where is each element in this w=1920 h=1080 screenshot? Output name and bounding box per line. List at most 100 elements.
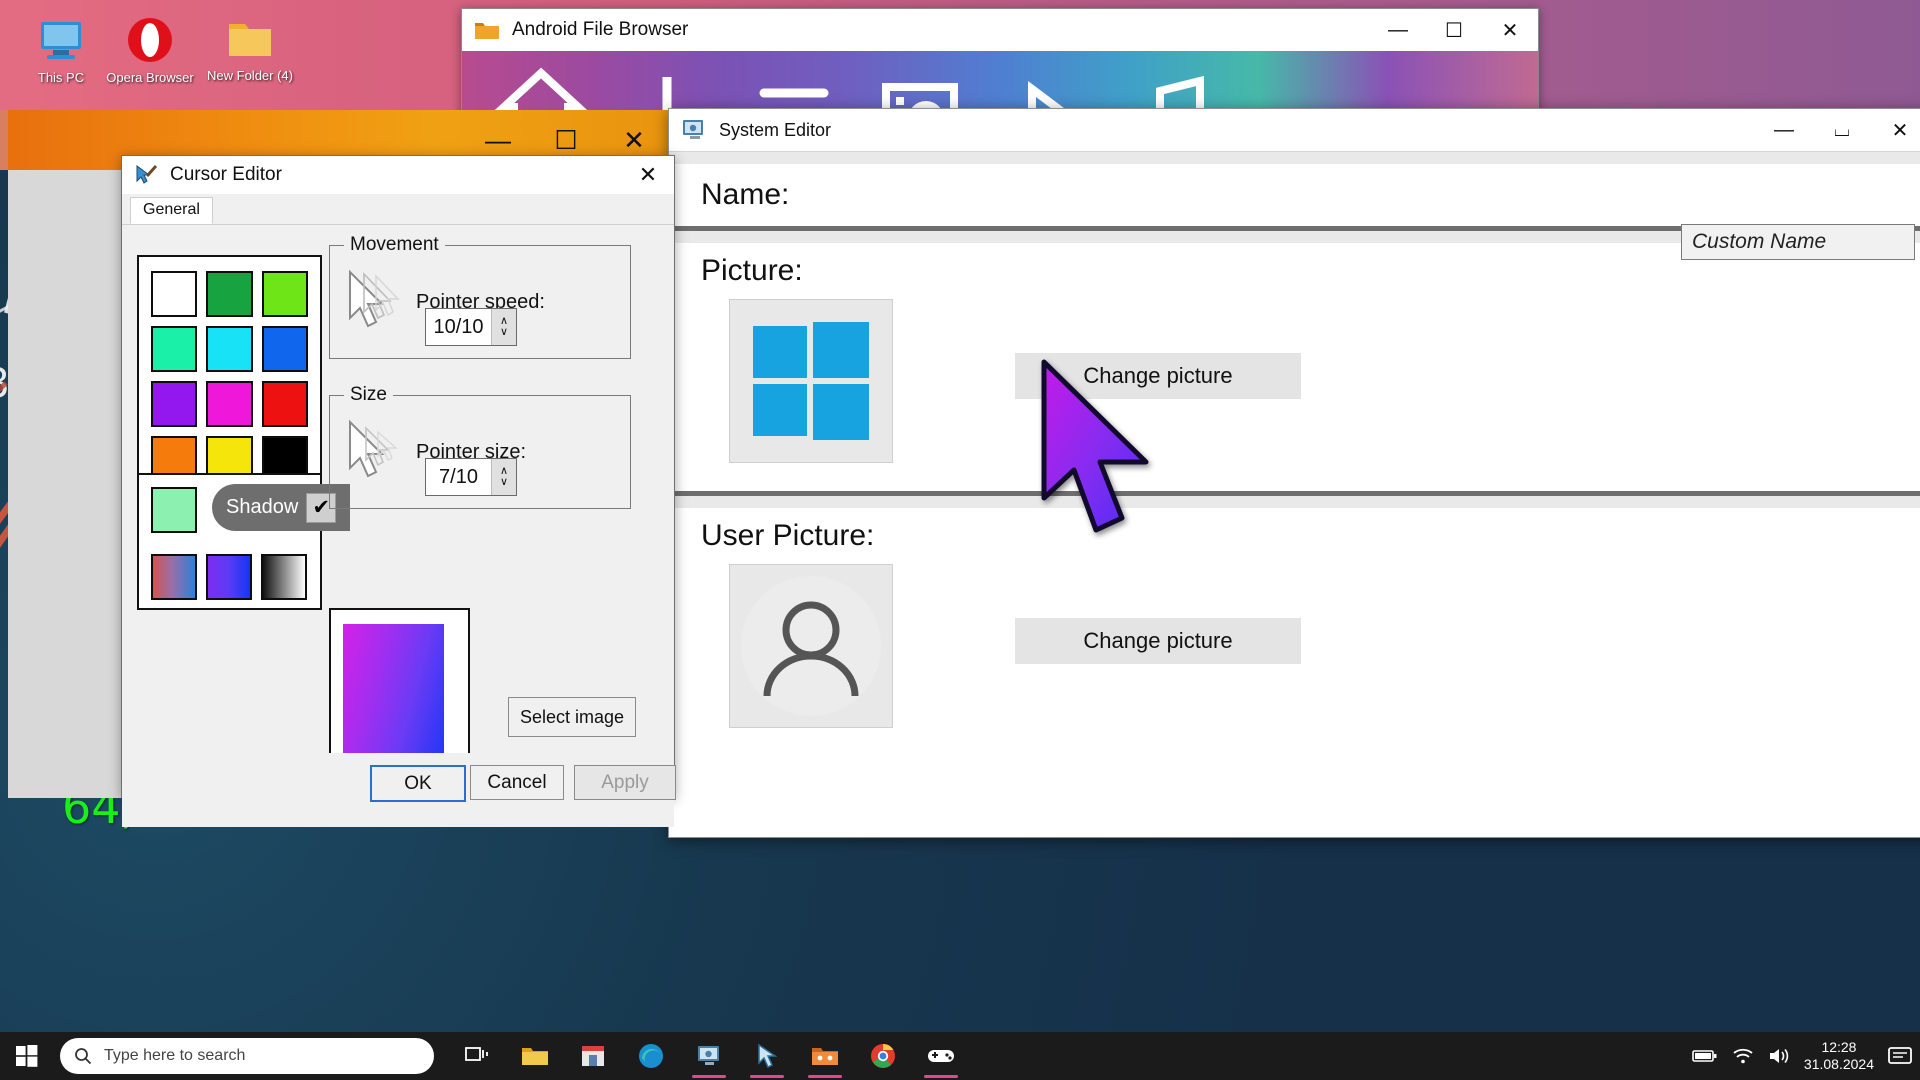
- taskbar-android-file-browser[interactable]: [796, 1032, 854, 1080]
- restore-button[interactable]: ⌴: [1813, 109, 1871, 151]
- folder-icon: [229, 24, 271, 56]
- system-editor-window[interactable]: System Editor — ⌴ ✕ Name: Custom Name Pi…: [668, 108, 1920, 838]
- close-button[interactable]: ✕: [622, 156, 674, 194]
- folder-app-icon: [812, 1048, 838, 1065]
- battery-icon[interactable]: [1692, 1048, 1718, 1064]
- solid-swatch[interactable]: [151, 487, 197, 533]
- computer-icon: [41, 22, 81, 59]
- style-row-top: Shadow ✔: [139, 475, 350, 533]
- size-group-title: Size: [344, 384, 393, 406]
- taskbar-file-explorer[interactable]: [506, 1032, 564, 1080]
- color-swatch[interactable]: [261, 271, 308, 317]
- pointer-speed-stepper[interactable]: 10/10 ∧ ∨: [425, 308, 517, 346]
- taskbar-microsoft-store[interactable]: [564, 1032, 622, 1080]
- gradient-swatch[interactable]: [206, 554, 252, 600]
- minimize-button[interactable]: —: [1755, 109, 1813, 151]
- mouse-cursor: [1041, 359, 1149, 533]
- minimize-button[interactable]: —: [1370, 9, 1426, 51]
- monitor-icon: [698, 1046, 719, 1065]
- pointer-speed-icon: [349, 269, 400, 328]
- stepper-down-icon[interactable]: ∨: [500, 477, 508, 488]
- taskbar: Type here to search 12:28 31.08.2024: [0, 1032, 1920, 1080]
- android-file-browser-title: Android File Browser: [512, 19, 689, 40]
- stepper-down-icon[interactable]: ∨: [500, 327, 508, 338]
- gradient-swatch[interactable]: [261, 554, 307, 600]
- apply-button[interactable]: Apply: [574, 765, 676, 800]
- pointer-speed-arrows[interactable]: ∧ ∨: [491, 309, 516, 345]
- color-palette[interactable]: [137, 255, 322, 482]
- color-swatch[interactable]: [261, 326, 308, 372]
- wifi-icon[interactable]: [1732, 1047, 1754, 1065]
- notification-icon[interactable]: [1888, 1046, 1912, 1066]
- system-editor-title: System Editor: [719, 119, 832, 140]
- desktop-icon-label: This PC: [37, 70, 85, 85]
- search-icon: [75, 1048, 92, 1065]
- chrome-icon: [871, 1044, 895, 1068]
- clock-date: 31.08.2024: [1803, 1056, 1874, 1072]
- color-swatch[interactable]: [151, 326, 198, 372]
- start-button[interactable]: [0, 1032, 54, 1080]
- picture-label: Picture:: [701, 254, 803, 287]
- monitor-icon: [683, 120, 703, 139]
- taskbar-game[interactable]: [912, 1032, 970, 1080]
- user-avatar-icon: [741, 576, 881, 716]
- movement-group: Movement Pointer speed: 10/10 ∧ ∨: [329, 234, 631, 359]
- shadow-label: Shadow: [226, 496, 299, 518]
- color-swatch[interactable]: [206, 271, 253, 317]
- pointer-size-stepper[interactable]: 7/10 ∧ ∨: [425, 458, 517, 496]
- android-file-browser-titlebar[interactable]: Android File Browser — ☐ ✕: [462, 9, 1538, 51]
- color-swatch[interactable]: [151, 381, 198, 427]
- style-palette[interactable]: Shadow ✔: [137, 473, 350, 610]
- color-swatch[interactable]: [206, 381, 253, 427]
- pointer-speed-value: 10/10: [433, 315, 484, 338]
- cursor-icon: [758, 1043, 778, 1069]
- cursor-editor-titlebar[interactable]: Cursor Editor ✕: [122, 156, 674, 194]
- taskbar-system-editor[interactable]: [680, 1032, 738, 1080]
- color-swatch[interactable]: [261, 381, 308, 427]
- gradient-swatch[interactable]: [151, 554, 197, 600]
- search-input[interactable]: Type here to search: [60, 1038, 434, 1074]
- pointer-size-arrows[interactable]: ∧ ∨: [491, 459, 516, 495]
- desktop-icon-label: Opera Browser: [106, 70, 194, 85]
- cursor-editor-content: Shadow ✔ Movement Pointer speed: 10/10 ∧…: [122, 225, 674, 804]
- pointer-size-icon: [349, 419, 398, 478]
- cursor-editor-dialog[interactable]: Cursor Editor ✕ General Shadow ✔ Movemen…: [121, 155, 676, 827]
- size-group: Size Pointer size: 7/10 ∧ ∨: [329, 384, 631, 509]
- select-image-button[interactable]: Select image: [508, 697, 636, 737]
- name-section: Name: Custom Name: [669, 164, 1920, 260]
- user-picture-label: User Picture:: [701, 519, 875, 552]
- cancel-button[interactable]: Cancel: [470, 765, 564, 800]
- ok-button[interactable]: OK: [370, 765, 466, 802]
- change-user-picture-button[interactable]: Change picture: [1015, 618, 1301, 664]
- pointer-size-value: 7/10: [439, 465, 478, 488]
- color-swatch[interactable]: [206, 326, 253, 372]
- tab-general[interactable]: General: [130, 197, 213, 224]
- user-picture-preview[interactable]: [729, 564, 893, 728]
- search-placeholder: Type here to search: [104, 1047, 246, 1064]
- picture-preview[interactable]: [729, 299, 893, 463]
- clock[interactable]: 12:28 31.08.2024: [1804, 1039, 1874, 1073]
- system-tray: 12:28 31.08.2024: [1692, 1032, 1920, 1080]
- name-input[interactable]: Custom Name: [1681, 224, 1915, 260]
- picture-section: Picture: Change picture: [669, 243, 1920, 463]
- cursor-editor-tabstrip: General: [122, 194, 674, 225]
- maximize-button[interactable]: ☐: [1426, 9, 1482, 51]
- color-swatch[interactable]: [151, 271, 198, 317]
- taskbar-edge[interactable]: [622, 1032, 680, 1080]
- desktop-icon-opera[interactable]: Opera Browser: [95, 14, 205, 85]
- opera-icon: [128, 18, 172, 62]
- taskbar-task-view[interactable]: [448, 1032, 506, 1080]
- taskbar-cursor-editor[interactable]: [738, 1032, 796, 1080]
- taskbar-chrome[interactable]: [854, 1032, 912, 1080]
- desktop-icon-new-folder[interactable]: New Folder (4): [195, 12, 305, 83]
- volume-icon[interactable]: [1768, 1047, 1790, 1065]
- close-button[interactable]: ✕: [1482, 9, 1538, 51]
- close-button[interactable]: ✕: [1871, 109, 1920, 151]
- folder-icon: [522, 1048, 548, 1065]
- windows-start-icon: [16, 1045, 38, 1067]
- gradient-row: [139, 542, 320, 600]
- user-picture-section: User Picture: Change picture: [669, 508, 1920, 728]
- system-editor-titlebar[interactable]: System Editor — ⌴ ✕: [669, 109, 1920, 151]
- system-editor-toolbar-strip: [669, 151, 1920, 164]
- cursor-editor-title: Cursor Editor: [170, 164, 282, 185]
